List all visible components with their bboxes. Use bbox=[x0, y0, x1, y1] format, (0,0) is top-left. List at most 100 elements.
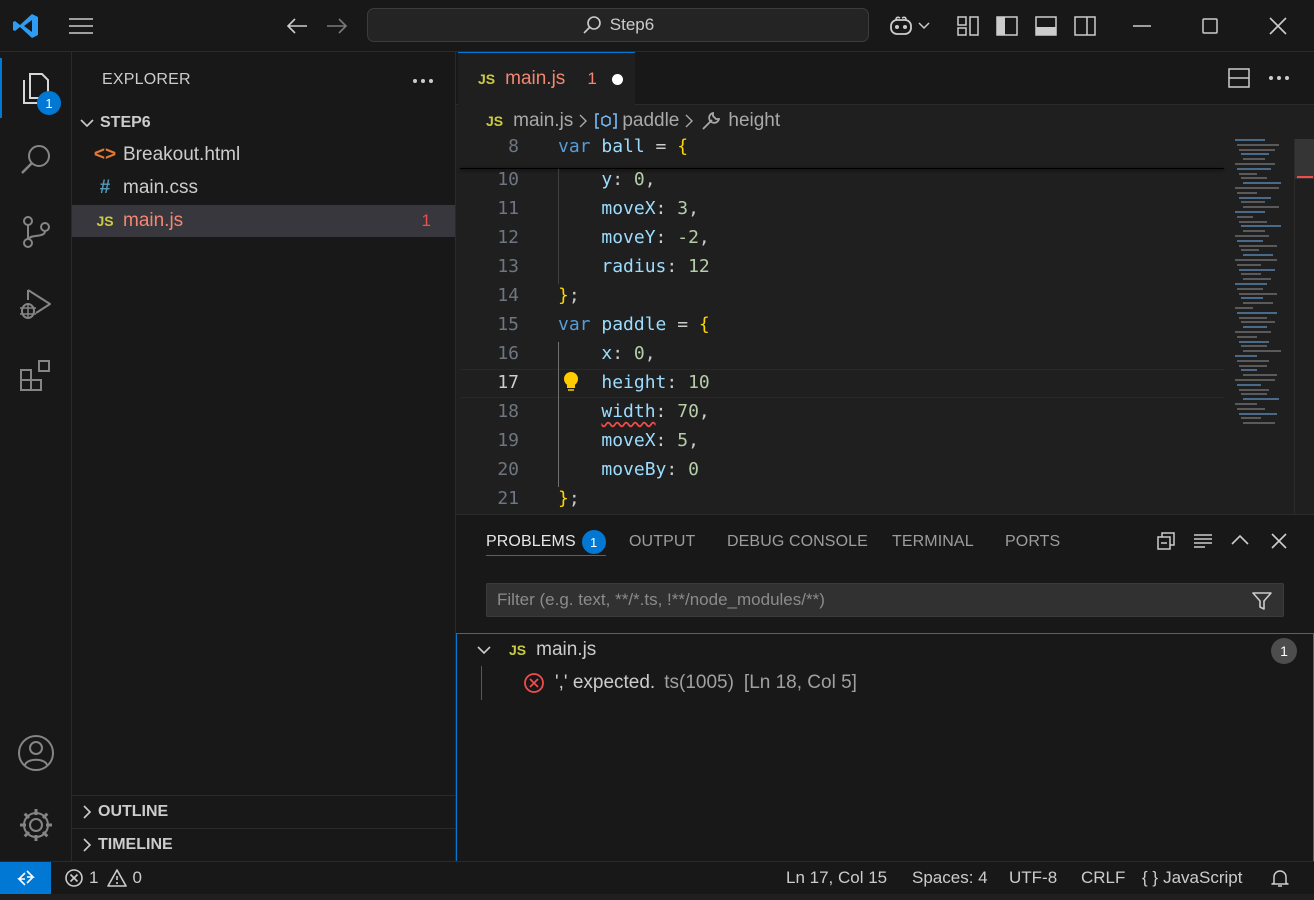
line-number: 11 bbox=[497, 198, 519, 219]
activity-explorer[interactable]: 1 bbox=[0, 52, 72, 124]
minimap-line bbox=[1239, 388, 1269, 391]
scrollbar-thumb[interactable] bbox=[1295, 139, 1314, 179]
code-line[interactable]: 12 moveY: -2, bbox=[456, 223, 1226, 252]
code-line[interactable]: 14}; bbox=[456, 281, 1226, 310]
minimap-line bbox=[1235, 163, 1275, 165]
activity-extensions[interactable] bbox=[0, 340, 72, 412]
forward-arrow-icon[interactable] bbox=[322, 0, 352, 52]
line-text: radius: 12 bbox=[558, 252, 709, 281]
more-actions-icon[interactable] bbox=[410, 68, 436, 94]
outline-section[interactable]: OUTLINE bbox=[72, 795, 455, 827]
maximize-panel-icon[interactable] bbox=[1231, 534, 1249, 546]
toggle-panel-icon[interactable] bbox=[1032, 0, 1060, 52]
code-line[interactable]: 18 width: 70, bbox=[456, 397, 1226, 426]
code-line[interactable]: 15 var paddle = { bbox=[456, 310, 1226, 339]
tab-problems[interactable]: PROBLEMS 1 bbox=[486, 515, 606, 569]
more-actions-icon[interactable] bbox=[1268, 75, 1290, 81]
close-window-icon[interactable] bbox=[1258, 0, 1298, 52]
code-line[interactable]: 8 var ball = { bbox=[456, 132, 1226, 161]
css-file-icon: # bbox=[99, 177, 111, 198]
code-token: { bbox=[698, 314, 710, 335]
file-item-main-css[interactable]: # main.css bbox=[72, 172, 455, 204]
breadcrumb-symbol-height[interactable]: height bbox=[728, 110, 780, 132]
status-bar: 1 0 Ln 17, Col 15 Spaces: 4 UTF-8 CRLF {… bbox=[0, 861, 1314, 894]
minimap-line bbox=[1237, 335, 1257, 338]
maximize-icon[interactable] bbox=[1190, 0, 1230, 52]
customize-layout-icon[interactable] bbox=[954, 0, 982, 52]
error-icon bbox=[523, 672, 545, 694]
minimap[interactable] bbox=[1231, 139, 1299, 429]
chevron-right-icon bbox=[82, 837, 92, 852]
code-token: = bbox=[644, 136, 678, 157]
outline-label: OUTLINE bbox=[98, 802, 169, 820]
minimap-line bbox=[1235, 235, 1269, 237]
bottom-panel: PROBLEMS 1 OUTPUT DEBUG CONSOLE TERMINAL… bbox=[456, 514, 1314, 862]
run-debug-icon bbox=[18, 286, 54, 322]
notifications-icon[interactable] bbox=[1270, 862, 1290, 894]
braces-icon: { } bbox=[1142, 868, 1159, 887]
activity-source-control[interactable] bbox=[0, 196, 72, 268]
toggle-secondary-sidebar-icon[interactable] bbox=[1071, 0, 1099, 52]
vscode-logo-icon bbox=[0, 0, 52, 52]
code-line[interactable]: 21}; bbox=[456, 484, 1226, 513]
filter-icon[interactable] bbox=[1251, 590, 1273, 612]
code-line[interactable]: 16 x: 0, bbox=[456, 339, 1226, 368]
activity-search[interactable] bbox=[0, 124, 72, 196]
encoding[interactable]: UTF-8 bbox=[1009, 862, 1057, 894]
extensions-icon bbox=[18, 358, 54, 394]
code-line[interactable]: 20 moveBy: 0 bbox=[456, 455, 1226, 484]
line-number: 19 bbox=[497, 430, 519, 451]
file-item-main-js[interactable]: JS main.js 1 bbox=[72, 205, 455, 237]
activity-manage[interactable] bbox=[0, 789, 72, 861]
minimap-line bbox=[1239, 340, 1269, 343]
minimize-icon[interactable] bbox=[1122, 0, 1162, 52]
copilot-button[interactable] bbox=[884, 0, 934, 52]
code-area[interactable]: 8 var ball = {10 y: 0, 11 moveX: 3, 12 move… bbox=[456, 136, 1226, 514]
code-line[interactable]: 10 y: 0, bbox=[456, 165, 1226, 194]
remote-indicator[interactable] bbox=[0, 862, 51, 894]
minimap-line bbox=[1239, 196, 1271, 199]
toggle-primary-sidebar-icon[interactable] bbox=[993, 0, 1021, 52]
language-mode[interactable]: { } JavaScript bbox=[1142, 862, 1242, 894]
tab-output[interactable]: OUTPUT bbox=[629, 515, 695, 569]
breadcrumb-file[interactable]: main.js bbox=[513, 110, 573, 132]
code-line[interactable]: 11 moveX: 3, bbox=[456, 194, 1226, 223]
problems-filter-input[interactable]: Filter (e.g. text, **/*.ts, !**/node_mod… bbox=[486, 583, 1284, 617]
minimap-line bbox=[1239, 268, 1275, 271]
activity-accounts[interactable] bbox=[0, 717, 72, 789]
split-editor-icon[interactable] bbox=[1228, 68, 1250, 88]
unsaved-dot-icon[interactable] bbox=[611, 73, 623, 85]
vertical-scrollbar[interactable] bbox=[1294, 139, 1314, 514]
code-line[interactable]: 17 height: 10 bbox=[456, 368, 1226, 397]
problem-file-row[interactable]: JS main.js 1 bbox=[457, 634, 1313, 666]
tab-main-js[interactable]: JS main.js 1 bbox=[458, 52, 635, 105]
tab-ports[interactable]: PORTS bbox=[1005, 515, 1060, 569]
code-line[interactable]: 19 moveX: 5, bbox=[456, 426, 1226, 455]
tab-debug-console[interactable]: DEBUG CONSOLE bbox=[727, 515, 868, 569]
problem-item[interactable]: ',' expected. ts(1005) [Ln 18, Col 5] bbox=[457, 667, 1313, 699]
line-endings[interactable]: CRLF bbox=[1081, 862, 1125, 894]
cursor-position[interactable]: Ln 17, Col 15 bbox=[786, 862, 887, 894]
close-panel-icon[interactable] bbox=[1271, 533, 1287, 549]
code-token: , bbox=[688, 198, 699, 219]
minimap-line bbox=[1241, 393, 1267, 396]
breadcrumb-symbol-paddle[interactable]: paddle bbox=[622, 110, 679, 132]
file-item-breakout-html[interactable]: <> Breakout.html bbox=[72, 139, 455, 171]
problem-source: ts(1005) bbox=[664, 672, 734, 693]
view-as-list-icon[interactable] bbox=[1193, 533, 1213, 549]
activity-run-debug[interactable] bbox=[0, 268, 72, 340]
indentation[interactable]: Spaces: 4 bbox=[912, 862, 988, 894]
back-arrow-icon[interactable] bbox=[282, 0, 312, 52]
timeline-section[interactable]: TIMELINE bbox=[72, 828, 455, 860]
folder-step6[interactable]: STEP6 bbox=[72, 108, 455, 138]
code-line[interactable]: 13 radius: 12 bbox=[456, 252, 1226, 281]
minimap-line bbox=[1237, 383, 1261, 386]
menu-icon[interactable] bbox=[62, 0, 100, 52]
minimap-line bbox=[1243, 158, 1265, 161]
collapse-all-icon[interactable] bbox=[1156, 531, 1176, 551]
command-center-search[interactable]: Step6 bbox=[367, 8, 869, 42]
problems-status[interactable]: 1 0 bbox=[64, 862, 142, 894]
tab-terminal[interactable]: TERMINAL bbox=[892, 515, 974, 569]
